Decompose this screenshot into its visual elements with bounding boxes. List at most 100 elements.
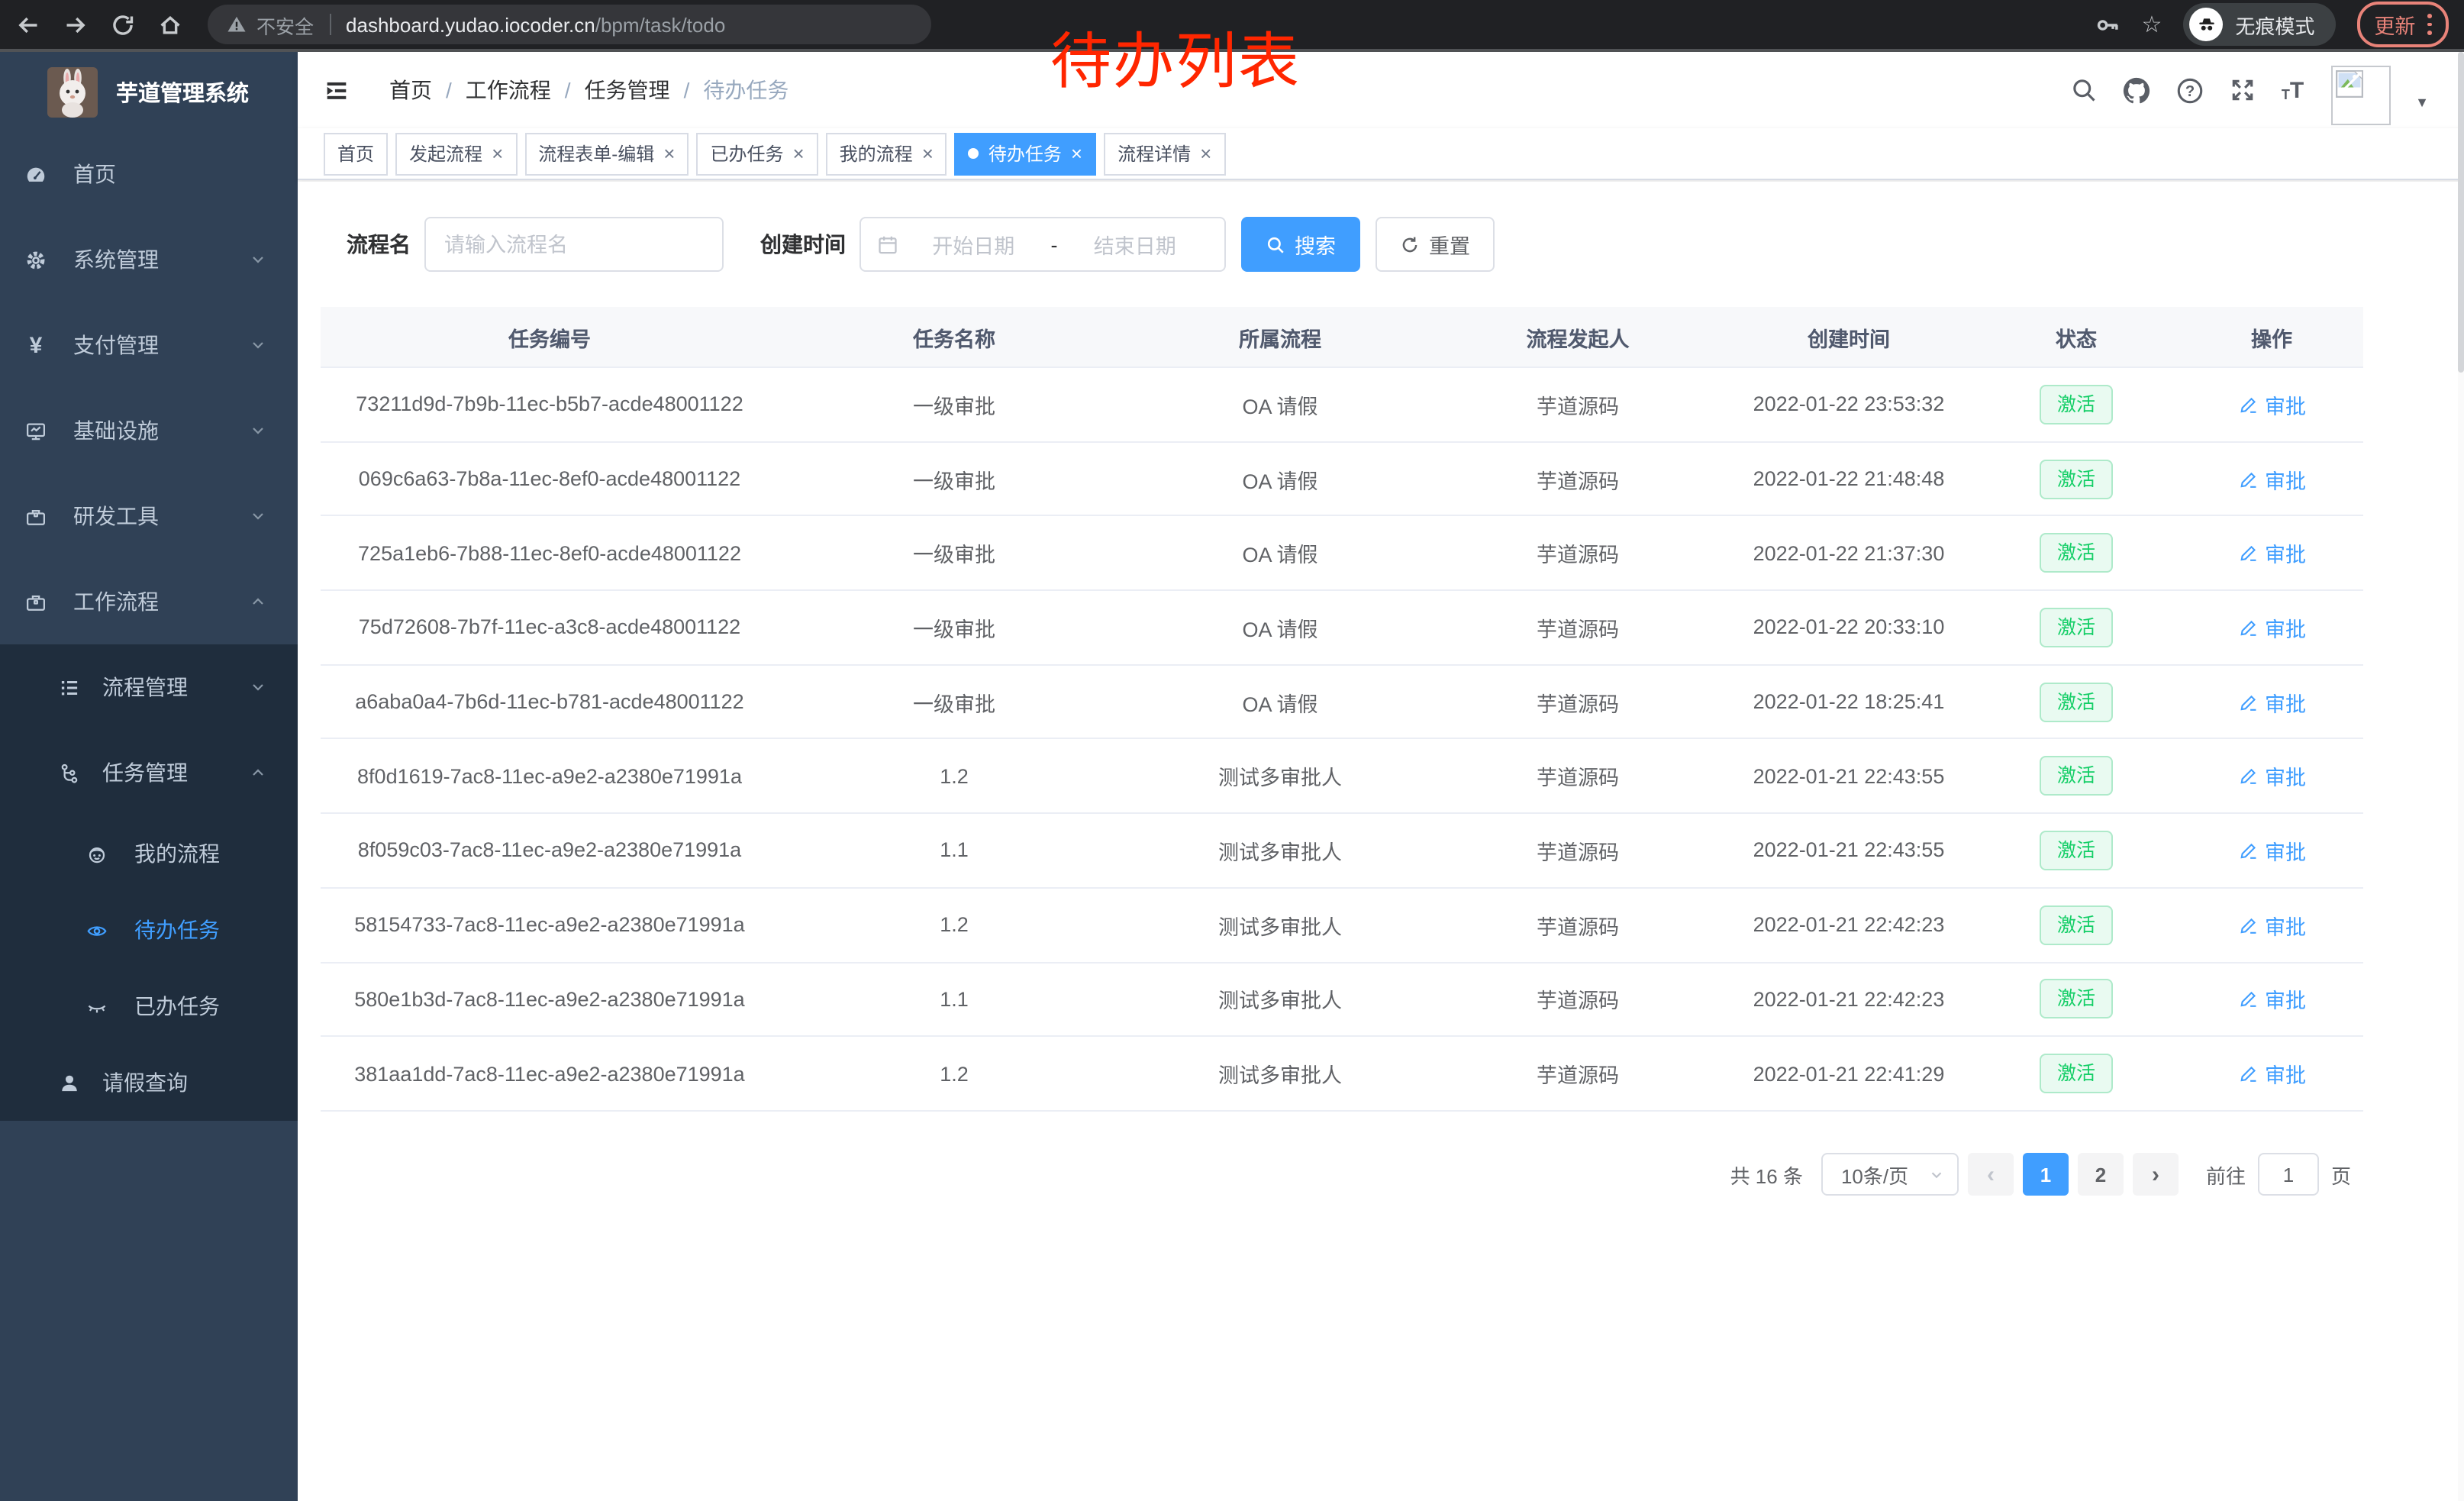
sidebar-item-devtools[interactable]: 研发工具: [0, 473, 298, 559]
sidebar-collapse-icon[interactable]: [324, 77, 350, 103]
url-path[interactable]: /bpm/task/todo: [595, 13, 726, 36]
scrollbar-thumb[interactable]: [2458, 52, 2464, 373]
github-icon[interactable]: [2123, 76, 2152, 105]
close-icon[interactable]: ×: [1200, 144, 1211, 163]
next-page-button[interactable]: ›: [2133, 1153, 2179, 1196]
home-icon[interactable]: [157, 11, 183, 37]
forward-icon[interactable]: [63, 11, 89, 37]
briefcase-icon: [24, 590, 47, 613]
app-logo-row[interactable]: 芋道管理系统: [0, 52, 298, 131]
table-row: 73211d9d-7b9b-11ec-b5b7-acde48001122 一级审…: [321, 368, 2363, 442]
close-icon[interactable]: ×: [922, 144, 934, 163]
approve-link[interactable]: 审批: [2237, 1058, 2306, 1089]
cell-task-name: 1.1: [779, 839, 1130, 862]
incognito-label: 无痕模式: [2235, 10, 2314, 39]
back-icon[interactable]: [15, 11, 41, 37]
close-icon[interactable]: ×: [663, 144, 675, 163]
table-row: 75d72608-7b7f-11ec-a3c8-acde48001122 一级审…: [321, 591, 2363, 665]
table-row: 58154733-7ac8-11ec-a9e2-a2380e71991a 1.2…: [321, 889, 2363, 963]
breadcrumb-home[interactable]: 首页: [389, 75, 432, 105]
tag-todo-tasks[interactable]: 待办任务×: [955, 132, 1096, 175]
table-row: 725a1eb6-7b88-11ec-8ef0-acde48001122 一级审…: [321, 517, 2363, 591]
sidebar-item-done-tasks[interactable]: 已办任务: [0, 968, 298, 1044]
create-time-label: 创建时间: [760, 229, 846, 260]
tag-start-process[interactable]: 发起流程×: [395, 132, 517, 175]
update-label: 更新: [2374, 9, 2415, 40]
cell-created: 2022-01-22 21:37:30: [1725, 541, 1972, 564]
tag-done-tasks[interactable]: 已办任务×: [696, 132, 818, 175]
sidebar: 芋道管理系统 首页 系统管理 ¥ 支付管理 基础设施: [0, 52, 298, 1501]
cell-action: 审批: [2180, 1058, 2363, 1089]
approve-link[interactable]: 审批: [2237, 835, 2306, 866]
reset-button[interactable]: 重置: [1376, 217, 1495, 272]
end-date-placeholder[interactable]: 结束日期: [1061, 229, 1210, 260]
tag-process-detail[interactable]: 流程详情×: [1104, 132, 1225, 175]
breadcrumb-workflow[interactable]: 工作流程: [466, 75, 551, 105]
cell-process: 测试多审批人: [1130, 909, 1430, 940]
goto-label: 前往: [2206, 1160, 2246, 1189]
approve-link[interactable]: 审批: [2237, 686, 2306, 717]
security-label[interactable]: 不安全: [256, 10, 314, 39]
sidebar-item-system[interactable]: 系统管理: [0, 217, 298, 302]
approve-link[interactable]: 审批: [2237, 761, 2306, 792]
sidebar-item-task-mgmt[interactable]: 任务管理: [0, 730, 298, 815]
edit-pencil-icon: [2237, 468, 2259, 489]
sidebar-item-home[interactable]: 首页: [0, 131, 298, 217]
page-size-select[interactable]: 10条/页: [1821, 1153, 1959, 1196]
key-icon[interactable]: [2094, 11, 2120, 37]
sidebar-item-pay[interactable]: ¥ 支付管理: [0, 302, 298, 388]
approve-link[interactable]: 审批: [2237, 612, 2306, 643]
approve-link[interactable]: 审批: [2237, 537, 2306, 568]
close-icon[interactable]: ×: [1071, 144, 1082, 163]
process-name-input[interactable]: [424, 217, 724, 272]
search-button[interactable]: 搜索: [1241, 217, 1360, 272]
fullscreen-icon[interactable]: [2230, 76, 2257, 104]
cell-status: 激活: [1972, 608, 2180, 647]
cell-action: 审批: [2180, 984, 2363, 1015]
font-size-icon[interactable]: TT: [2282, 79, 2304, 102]
help-icon[interactable]: ?: [2176, 76, 2205, 105]
browser-menu-icon[interactable]: [2427, 15, 2432, 35]
cell-process: OA 请假: [1130, 612, 1430, 643]
reload-icon[interactable]: [110, 11, 136, 37]
sidebar-item-infra[interactable]: 基础设施: [0, 388, 298, 473]
avatar[interactable]: [2331, 65, 2391, 124]
cell-starter: 芋道源码: [1430, 463, 1725, 494]
sidebar-item-leave-query[interactable]: 请假查询: [0, 1044, 298, 1121]
tag-form-edit[interactable]: 流程表单-编辑×: [524, 132, 689, 175]
url-host[interactable]: dashboard.yudao.iocoder.cn: [346, 13, 595, 36]
warning-icon: [226, 14, 247, 35]
tag-home[interactable]: 首页: [324, 132, 388, 175]
approve-link[interactable]: 审批: [2237, 984, 2306, 1015]
address-bar[interactable]: 不安全 dashboard.yudao.iocoder.cn/bpm/task/…: [208, 5, 931, 44]
close-icon[interactable]: ×: [792, 144, 804, 163]
cell-process: 测试多审批人: [1130, 984, 1430, 1015]
avatar-caret-icon[interactable]: ▼: [2415, 95, 2429, 110]
cell-task-name: 一级审批: [779, 537, 1130, 568]
sidebar-item-workflow[interactable]: 工作流程: [0, 559, 298, 644]
approve-link[interactable]: 审批: [2237, 463, 2306, 494]
approve-link[interactable]: 审批: [2237, 909, 2306, 940]
incognito-icon: [2189, 8, 2223, 41]
edit-pencil-icon: [2237, 542, 2259, 563]
prev-page-button[interactable]: ‹: [1968, 1153, 2014, 1196]
search-icon[interactable]: [2071, 76, 2098, 104]
approve-label: 审批: [2265, 761, 2306, 792]
col-starter: 流程发起人: [1430, 321, 1725, 352]
sidebar-item-my-process[interactable]: 我的流程: [0, 815, 298, 892]
close-icon[interactable]: ×: [492, 144, 503, 163]
sidebar-item-process-mgmt[interactable]: 流程管理: [0, 644, 298, 730]
col-process: 所属流程: [1130, 321, 1430, 352]
bookmark-star-icon[interactable]: ☆: [2141, 13, 2162, 36]
page-1-button[interactable]: 1: [2023, 1153, 2069, 1196]
sidebar-item-todo-tasks[interactable]: 待办任务: [0, 892, 298, 968]
date-range-picker[interactable]: 开始日期 - 结束日期: [859, 217, 1226, 272]
breadcrumb-task-mgmt[interactable]: 任务管理: [585, 75, 670, 105]
page-2-button[interactable]: 2: [2078, 1153, 2124, 1196]
scrollbar-track[interactable]: [2458, 52, 2464, 1501]
approve-link[interactable]: 审批: [2237, 389, 2306, 420]
goto-page-input[interactable]: [2258, 1153, 2319, 1196]
update-button[interactable]: 更新: [2357, 2, 2449, 47]
tag-my-process[interactable]: 我的流程×: [826, 132, 947, 175]
start-date-placeholder[interactable]: 开始日期: [899, 229, 1048, 260]
